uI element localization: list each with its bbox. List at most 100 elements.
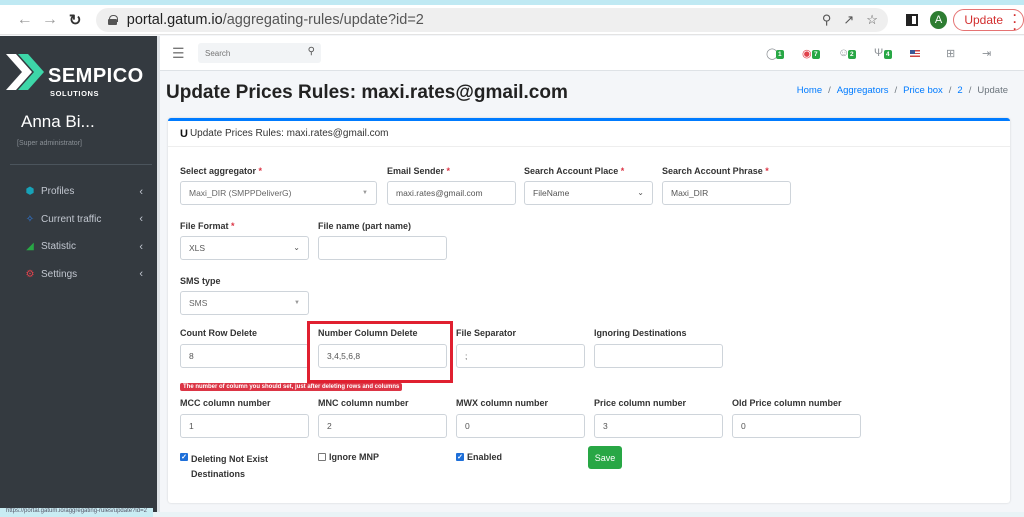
sms-type-select[interactable]: SMS ▼ <box>180 291 309 315</box>
mcc-input[interactable]: 1 <box>180 414 309 438</box>
account-place-select[interactable]: FileName ⌄ <box>524 181 653 205</box>
profile-avatar[interactable]: A <box>929 10 948 29</box>
messages-button[interactable]: ◯ 1 <box>766 45 788 61</box>
file-format-field: File Format * <box>180 221 235 231</box>
ignoring-destinations-input[interactable] <box>594 344 723 368</box>
chevron-left-icon: ‹ <box>139 185 143 198</box>
back-button[interactable]: ← <box>12 7 37 33</box>
count-row-delete-input[interactable]: 8 <box>180 344 309 368</box>
file-separator-value: ; <box>465 351 468 361</box>
chevron-left-icon: ‹ <box>139 268 143 281</box>
annotation-highlight-box <box>307 321 453 383</box>
share-icon[interactable]: ↗ <box>843 12 854 28</box>
lock-icon <box>107 14 118 25</box>
hamburger-menu-icon[interactable]: ☰ <box>172 45 185 62</box>
menu-dots-icon: · · · <box>1013 7 1018 36</box>
users-button[interactable]: ☺ 2 <box>838 45 860 61</box>
browser-update-button[interactable]: Update · · · <box>953 7 1024 36</box>
user-role: [Super administrator] <box>17 140 82 147</box>
file-name-input[interactable] <box>318 236 447 260</box>
column-hint-badge: The number of column you should set, jus… <box>180 383 403 391</box>
file-separator-field: File Separator <box>456 328 516 338</box>
chevron-down-icon: ⌄ <box>293 243 300 252</box>
grid-button[interactable]: ⊞ <box>946 45 968 61</box>
navbar-icons: ◯ 1 ◉ 7 ☺ 2 Ψ4 ⊞ ⇥ <box>766 45 1004 61</box>
enabled-label: Enabled <box>467 452 503 462</box>
sidebar-item-settings[interactable]: ⚙ Settings ‹ <box>0 261 157 289</box>
zoom-out-icon[interactable]: ⚲ <box>822 12 832 28</box>
ignore-mnp-checkbox[interactable]: Ignore MNP <box>318 452 379 462</box>
breadcrumb-id[interactable]: 2 <box>957 85 962 96</box>
search-input[interactable] <box>205 48 300 58</box>
email-sender-input[interactable]: maxi.rates@gmail.com <box>387 181 516 205</box>
update-rules-card: U Update Prices Rules: maxi.rates@gmail.… <box>168 118 1010 503</box>
aggregator-label: Select aggregator * <box>180 166 263 176</box>
sidebar-item-statistic[interactable]: ◢ Statistic ‹ <box>0 233 157 261</box>
address-bar[interactable]: portal.gatum.io/aggregating-rules/update… <box>95 7 888 32</box>
sidebar-item-current-traffic[interactable]: ✧ Current traffic ‹ <box>0 206 157 234</box>
mnc-field: MNC column number <box>318 398 409 408</box>
users-badge: 2 <box>848 50 856 59</box>
sidebar-item-profiles[interactable]: ⬢ Profiles ‹ <box>0 178 157 206</box>
count-row-delete-value: 8 <box>189 351 194 361</box>
aggregator-select[interactable]: Maxi_DIR (SMPPDeliverG) ▼ <box>180 181 377 205</box>
file-name-field: File name (part name) <box>318 221 411 231</box>
traffic-icon: ✧ <box>25 213 35 225</box>
browser-toolbar: ← → ↻ portal.gatum.io/aggregating-rules/… <box>0 5 1024 35</box>
sidebar-item-label: Current traffic <box>41 213 102 225</box>
breadcrumb-price-box[interactable]: Price box <box>903 85 943 96</box>
price-field: Price column number <box>594 398 686 408</box>
brand-name: SEMPICO <box>48 65 144 87</box>
logo-chevron-icon <box>6 54 44 90</box>
forward-button[interactable]: → <box>37 7 62 33</box>
old-price-input[interactable]: 0 <box>732 414 861 438</box>
sidebar: SEMPICO SOLUTIONS Anna Bi... [Super admi… <box>0 36 157 512</box>
profiles-icon: ⬢ <box>25 186 35 198</box>
support-button[interactable]: Ψ4 <box>874 45 896 61</box>
alerts-button[interactable]: ◉ 7 <box>802 45 824 61</box>
price-input[interactable]: 3 <box>594 414 723 438</box>
mwx-input[interactable]: 0 <box>456 414 585 438</box>
statistic-icon: ◢ <box>26 241 34 253</box>
file-separator-label: File Separator <box>456 328 517 338</box>
account-phrase-field: Search Account Phrase * <box>662 166 769 176</box>
email-sender-label: Email Sender * <box>387 166 451 176</box>
side-panel-icon[interactable] <box>905 13 918 26</box>
file-format-select[interactable]: XLS ⌄ <box>180 236 309 260</box>
enabled-checkbox[interactable]: ✓ Enabled <box>456 452 502 462</box>
user-name[interactable]: Anna Bi... <box>21 112 95 132</box>
reload-button[interactable]: ↻ <box>63 7 88 33</box>
aggregator-value: Maxi_DIR (SMPPDeliverG) <box>189 188 292 198</box>
count-row-delete-label: Count Row Delete <box>180 328 258 338</box>
breadcrumb-separator: / <box>948 85 952 96</box>
price-value: 3 <box>603 421 608 431</box>
bookmark-star-icon[interactable]: ☆ <box>866 12 878 28</box>
breadcrumb-home[interactable]: Home <box>797 85 822 96</box>
logout-button[interactable]: ⇥ <box>982 45 1004 61</box>
account-phrase-input[interactable]: Maxi_DIR <box>662 181 791 205</box>
sidebar-menu: ⬢ Profiles ‹ ✧ Current traffic ‹ ◢ Stati… <box>0 178 157 288</box>
support-icon: Ψ <box>874 47 884 59</box>
search-icon[interactable]: ⚲ <box>308 46 315 57</box>
status-bar-url: https://portal.gatum.io/aggregating-rule… <box>0 508 153 517</box>
brand-logo[interactable]: SEMPICO SOLUTIONS <box>2 46 157 98</box>
account-phrase-label: Search Account Phrase * <box>662 166 769 176</box>
url-host: portal.gatum.io <box>126 11 223 28</box>
language-button[interactable] <box>910 45 932 61</box>
breadcrumb-aggregators[interactable]: Aggregators <box>837 85 889 96</box>
card-title: Update Prices Rules: maxi.rates@gmail.co… <box>189 128 389 139</box>
us-flag-icon <box>910 49 920 57</box>
email-sender-value: maxi.rates@gmail.com <box>396 188 483 198</box>
file-separator-input[interactable]: ; <box>456 344 585 368</box>
main-content: ☰ ⚲ ◯1 ◉7 ☺2 Ψ4 ⊞ ⇥ Update Prices Rules:… <box>157 36 1024 512</box>
ignore-mnp-label: Ignore MNP <box>329 452 380 462</box>
account-place-label: Search Account Place * <box>524 166 625 176</box>
logout-icon: ⇥ <box>982 47 992 60</box>
mcc-field: MCC column number <box>180 398 271 408</box>
breadcrumb-separator: / <box>968 85 972 96</box>
sidebar-divider <box>10 164 152 165</box>
deleting-not-exist-checkbox[interactable]: ✓ Deleting Not Exist Destinations <box>180 452 290 482</box>
save-button[interactable]: Save <box>588 446 622 469</box>
magnet-icon: U <box>180 127 188 140</box>
mnc-input[interactable]: 2 <box>318 414 447 438</box>
